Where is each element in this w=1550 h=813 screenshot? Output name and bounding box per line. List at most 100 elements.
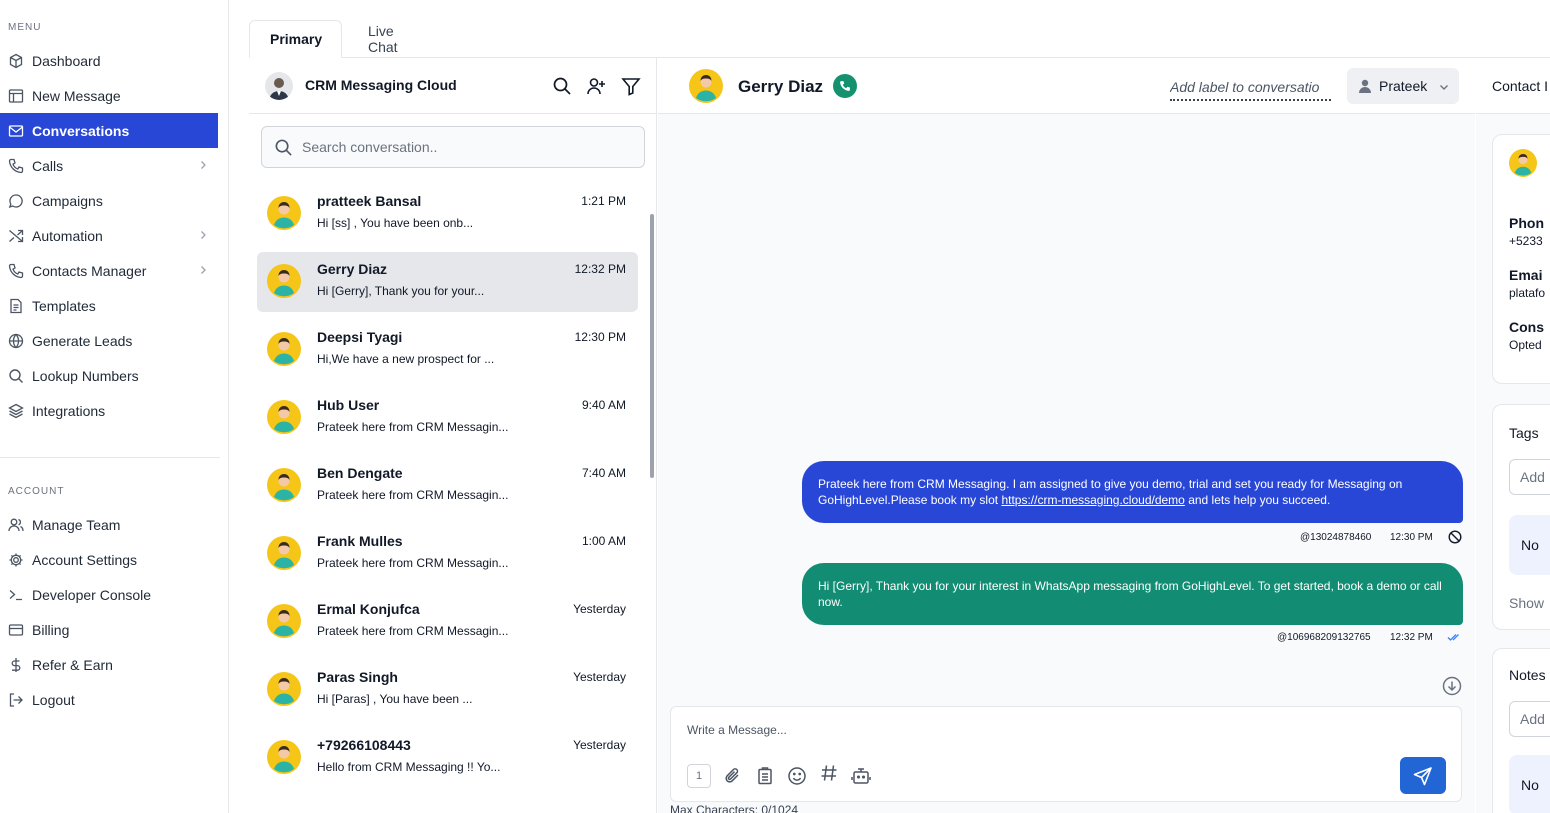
conversation-list-item[interactable]: Ermal Konjufca Prateek here from CRM Mess… (257, 592, 638, 652)
conversation-preview: Hi [ss] , You have been onb... (317, 216, 474, 230)
search-icon[interactable] (552, 76, 572, 96)
hashtag-icon[interactable] (819, 763, 839, 783)
sidebar-item-account-settings[interactable]: Account Settings (0, 542, 218, 577)
search-icon (9, 368, 23, 383)
show-tags-link[interactable]: Show (1509, 595, 1544, 611)
contact-avatar (1509, 149, 1537, 177)
sidebar-item-billing[interactable]: Billing (0, 612, 218, 647)
message-text: and lets help you succeed. (1184, 493, 1331, 507)
demo-link[interactable]: https://crm-messaging.cloud/demo (1001, 493, 1184, 507)
email-label: Emai (1509, 267, 1543, 283)
clipboard-icon[interactable] (755, 766, 775, 786)
sidebar-divider (0, 457, 220, 458)
conversation-preview: Hi [Gerry], Thank you for your... (317, 284, 485, 298)
call-button[interactable] (833, 74, 857, 98)
add-tag-input[interactable]: Add (1509, 459, 1550, 495)
chat-panel: Gerry Diaz Prateek Prateek here from CRM… (658, 58, 1475, 813)
contact-avatar (267, 672, 301, 706)
tags-empty-state: No (1509, 515, 1550, 575)
message-input[interactable] (687, 715, 1447, 751)
terminal-icon (9, 589, 22, 600)
search-conversation[interactable] (261, 126, 645, 168)
sidebar-item-generate-leads[interactable]: Generate Leads (0, 323, 218, 358)
sidebar-item-label: Templates (32, 297, 96, 314)
sidebar-item-automation[interactable]: Automation (0, 218, 218, 253)
message-time: 12:30 PM (1390, 532, 1433, 543)
sidebar-item-label: Contacts Manager (32, 262, 147, 279)
account-avatar[interactable] (265, 72, 293, 100)
bot-icon[interactable] (851, 766, 871, 786)
conversation-name: +79266108443 (317, 737, 411, 753)
sidebar-item-calls[interactable]: Calls (0, 148, 218, 183)
tab-label: Primary (270, 31, 323, 47)
contact-panel-header: Contact I (1476, 58, 1550, 114)
conversation-preview: Hi [Paras] , You have been ... (317, 692, 473, 706)
send-button[interactable] (1400, 757, 1446, 794)
sidebar-item-logout[interactable]: Logout (0, 682, 218, 717)
sidebar-item-refer-earn[interactable]: Refer & Earn (0, 647, 218, 682)
sidebar-item-dashboard[interactable]: Dashboard (0, 43, 218, 78)
sidebar-item-manage-team[interactable]: Manage Team (0, 507, 218, 542)
conversation-time: 1:00 AM (581, 534, 626, 548)
sidebar-item-templates[interactable]: Templates (0, 288, 218, 323)
dollar-icon (11, 657, 21, 672)
conversation-list-item[interactable]: Hub User Prateek here from CRM Messagin..… (257, 388, 638, 448)
conversation-time: 7:40 AM (581, 466, 626, 480)
shuffle-icon (9, 229, 24, 242)
sidebar-item-conversations[interactable]: Conversations (0, 113, 218, 148)
assignee-dropdown[interactable]: Prateek (1347, 68, 1459, 104)
conversation-list-item[interactable]: pratteek Bansal Hi [ss] , You have been o… (257, 184, 638, 244)
conversation-time: 1:21 PM (581, 194, 626, 208)
sidebar-item-new-message[interactable]: New Message (0, 78, 218, 113)
sidebar-item-label: Generate Leads (32, 332, 133, 349)
sidebar-item-label: Developer Console (32, 586, 152, 603)
sidebar-item-label: Automation (32, 227, 103, 244)
sidebar-item-developer-console[interactable]: Developer Console (0, 577, 218, 612)
add-user-icon[interactable] (586, 76, 606, 96)
notes-empty-state: No (1509, 755, 1550, 813)
sidebar-item-label: Integrations (32, 402, 106, 419)
sidebar-item-lookup-numbers[interactable]: Lookup Numbers (0, 358, 218, 393)
chat-contact-name: Gerry Diaz (738, 77, 824, 96)
message-thread: Prateek here from CRM Messaging. I am as… (658, 114, 1475, 813)
phone-label: Phon (1509, 215, 1544, 231)
scroll-down-icon[interactable] (1442, 676, 1462, 696)
conversation-name: Ermal Konjufca (317, 601, 420, 617)
search-input[interactable] (302, 127, 632, 167)
conversation-list-item[interactable]: +79266108443 Hello from CRM Messaging !! … (257, 728, 638, 788)
add-note-input[interactable]: Add (1509, 701, 1550, 737)
chat-bubble-icon (8, 193, 23, 208)
sidebar-item-label: Conversations (32, 122, 130, 139)
conversation-list-item[interactable]: Ben Dengate Prateek here from CRM Messagi… (257, 456, 638, 516)
conversation-preview: Hi,We have a new prospect for ... (317, 352, 495, 366)
conversation-name: Frank Mulles (317, 533, 403, 549)
paperclip-icon[interactable] (723, 766, 743, 786)
conversation-list-item[interactable]: Paras Singh Hi [Paras] , You have been ..… (257, 660, 638, 720)
email-value: platafo (1509, 286, 1546, 300)
tags-card: Tags Add No Show (1492, 404, 1550, 630)
conversation-name: Hub User (317, 397, 380, 413)
filter-icon[interactable] (621, 76, 641, 96)
tab-primary[interactable]: Primary (249, 20, 342, 58)
globe-icon (8, 333, 24, 348)
conversation-name: pratteek Bansal (317, 193, 422, 209)
sidebar-item-campaigns[interactable]: Campaigns (0, 183, 218, 218)
contact-avatar (267, 604, 301, 638)
emoji-icon[interactable] (787, 766, 807, 786)
conversation-name: Paras Singh (317, 669, 398, 685)
consent-label: Cons (1509, 319, 1544, 335)
conversation-label-input[interactable] (1170, 75, 1331, 101)
contact-avatar[interactable] (689, 69, 723, 103)
tab-live-chat[interactable]: Live Chat (348, 20, 418, 58)
conversation-list-item[interactable]: Deepsi Tyagi Hi,We have a new prospect fo… (257, 320, 638, 380)
sidebar-item-label: Manage Team (32, 516, 121, 533)
sidebar-item-integrations[interactable]: Integrations (0, 393, 218, 428)
phone-icon (8, 158, 24, 173)
list-scrollbar[interactable] (650, 214, 654, 478)
notes-title: Notes (1509, 667, 1546, 683)
sidebar-item-label: Refer & Earn (32, 656, 113, 673)
users-icon (8, 518, 24, 531)
conversation-list-item[interactable]: Gerry Diaz Hi [Gerry], Thank you for your… (257, 252, 638, 312)
sidebar-item-contacts-manager[interactable]: Contacts Manager (0, 253, 218, 288)
conversation-list-item[interactable]: Frank Mulles Prateek here from CRM Messag… (257, 524, 638, 584)
